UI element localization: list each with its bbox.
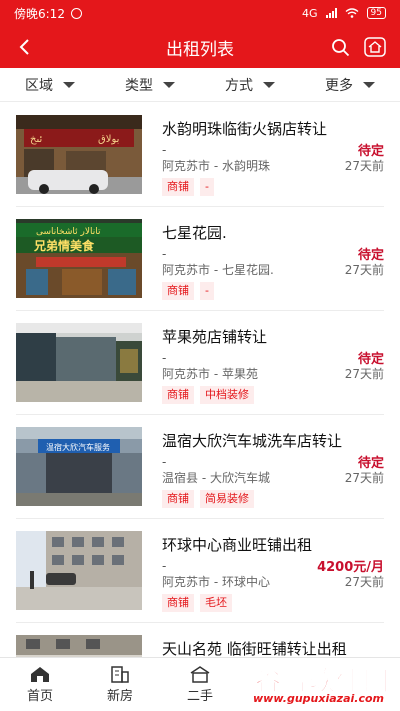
home-icon[interactable] <box>364 37 386 57</box>
listing-tag: - <box>200 282 214 300</box>
listing-item[interactable]: 温宿大欣汽车服务 温宿大欣汽车城洗车店转让 - 待定 温宿县 - 大欣汽车城 2… <box>16 415 384 519</box>
listing-subtitle: - <box>162 351 167 365</box>
wifi-icon <box>345 8 358 18</box>
status-time: 傍晚6:12 <box>14 6 65 21</box>
alarm-icon <box>70 7 82 19</box>
listing-subtitle: - <box>162 559 167 573</box>
battery-icon: 95 <box>366 7 386 19</box>
listing-time: 27天前 <box>344 471 384 485</box>
nav-new-house[interactable]: 新房 <box>80 658 160 711</box>
listing-time: 27天前 <box>344 367 384 381</box>
dropdown-arrow-icon <box>363 81 375 88</box>
dropdown-arrow-icon <box>163 81 175 88</box>
filter-more[interactable]: 更多 <box>300 68 400 101</box>
svg-text:ﺑﻮﻻﻕ: ﺑﻮﻻﻕ <box>98 134 119 145</box>
listing-subtitle: - <box>162 247 167 261</box>
listing-tag: 商铺 <box>162 282 194 300</box>
listing-tag: 商铺 <box>162 178 194 196</box>
listing-photo: ﺗﺎﻧﺎﻻﺭ ﺋﺎﺷﺨﺎﻧﺎﺳﻰ 兄弟情美食 <box>16 219 142 298</box>
listing-title: 温宿大欣汽车城洗车店转让 <box>162 432 343 450</box>
network-type: 4G <box>302 6 318 20</box>
signal-icon <box>325 8 337 18</box>
listing-title: 天山名苑 临街旺铺转让出租 <box>162 640 347 658</box>
svg-text:ئىخ: ئىخ <box>30 134 42 145</box>
listing-location: 阿克苏市 - 苹果苑 <box>162 367 258 381</box>
filter-mode[interactable]: 方式 <box>200 68 300 101</box>
home-icon <box>31 667 49 682</box>
filter-label: 区域 <box>25 77 53 94</box>
listing-photo: ئىخ ﺑﻮﻻﻕ <box>16 115 142 194</box>
listing-title: 七星花园. <box>162 224 227 242</box>
filter-label: 方式 <box>225 77 253 94</box>
listing-location: 阿克苏市 - 环球中心 <box>162 575 270 589</box>
listing-item[interactable]: ﺗﺎﻧﺎﻻﺭ ﺋﺎﺷﺨﺎﻧﺎﺳﻰ 兄弟情美食 七星花园. - 待定 阿克苏市 -… <box>16 207 384 311</box>
dropdown-arrow-icon <box>63 81 75 88</box>
nav-label: 二手 <box>186 689 213 704</box>
listing-title: 水韵明珠临街火锅店转让 <box>162 120 328 138</box>
listing-subtitle: - <box>162 455 167 469</box>
status-bar: 傍晚6:12 4G 95 <box>0 0 400 26</box>
listing-time: 27天前 <box>344 159 384 173</box>
listing-tag: 毛坯 <box>200 594 232 612</box>
listing-photo <box>16 323 142 402</box>
svg-text:兄弟情美食: 兄弟情美食 <box>33 238 95 253</box>
watermark-logo: 谷普软件园 www.gupuxiazai.com <box>216 661 396 706</box>
listing-tag: - <box>200 178 214 196</box>
listing-tag: 商铺 <box>162 594 194 612</box>
app-header: 出租列表 <box>0 26 400 68</box>
nav-label: 首页 <box>26 689 53 704</box>
listing-location: 阿克苏市 - 七星花园. <box>162 263 274 277</box>
listing-item[interactable]: 环球中心商业旺铺出租 - 4200元/月 阿克苏市 - 环球中心 27天前 商铺… <box>16 519 384 623</box>
building-icon <box>111 666 129 683</box>
listing-tag: 中档装修 <box>200 386 254 404</box>
filter-area[interactable]: 区域 <box>0 68 100 101</box>
listing-list: ئىخ ﺑﻮﻻﻕ 水韵明珠临街火锅店转让 - 待定 阿克苏市 - 水韵明珠 27… <box>0 103 400 711</box>
filter-label: 更多 <box>325 77 353 94</box>
svg-text:温宿大欣汽车服务: 温宿大欣汽车服务 <box>46 442 110 452</box>
svg-text:ﺗﺎﻧﺎﻻﺭ ﺋﺎﺷﺨﺎﻧﺎﺳﻰ: ﺗﺎﻧﺎﻻﺭ ﺋﺎﺷﺨﺎﻧﺎﺳﻰ <box>36 227 101 237</box>
listing-subtitle: - <box>162 143 167 157</box>
dropdown-arrow-icon <box>263 81 275 88</box>
secondhand-icon <box>190 666 210 683</box>
listing-title: 环球中心商业旺铺出租 <box>162 536 313 554</box>
filter-label: 类型 <box>125 77 153 94</box>
listing-tag: 商铺 <box>162 490 194 508</box>
listing-tag: 简易装修 <box>200 490 254 508</box>
listing-item[interactable]: 苹果苑店铺转让 - 待定 阿克苏市 - 苹果苑 27天前 商铺 中档装修 <box>16 311 384 415</box>
watermark-url: www.gupuxiazai.com <box>253 692 384 705</box>
listing-photo: 温宿大欣汽车服务 <box>16 427 142 506</box>
listing-tag: 商铺 <box>162 386 194 404</box>
filter-type[interactable]: 类型 <box>100 68 200 101</box>
listing-item[interactable]: ئىخ ﺑﻮﻻﻕ 水韵明珠临街火锅店转让 - 待定 阿克苏市 - 水韵明珠 27… <box>16 103 384 207</box>
listing-time: 27天前 <box>344 263 384 277</box>
nav-label: 新房 <box>106 689 133 704</box>
listing-title: 苹果苑店铺转让 <box>162 328 268 346</box>
nav-home[interactable]: 首页 <box>0 658 80 711</box>
listing-location: 温宿县 - 大欣汽车城 <box>162 471 270 485</box>
filter-bar: 区域 类型 方式 更多 <box>0 68 400 102</box>
back-button[interactable] <box>0 26 48 68</box>
listing-time: 27天前 <box>344 575 384 589</box>
back-arrow-icon <box>19 39 29 55</box>
listing-location: 阿克苏市 - 水韵明珠 <box>162 159 270 173</box>
listing-photo <box>16 531 142 610</box>
search-icon[interactable] <box>331 38 350 57</box>
